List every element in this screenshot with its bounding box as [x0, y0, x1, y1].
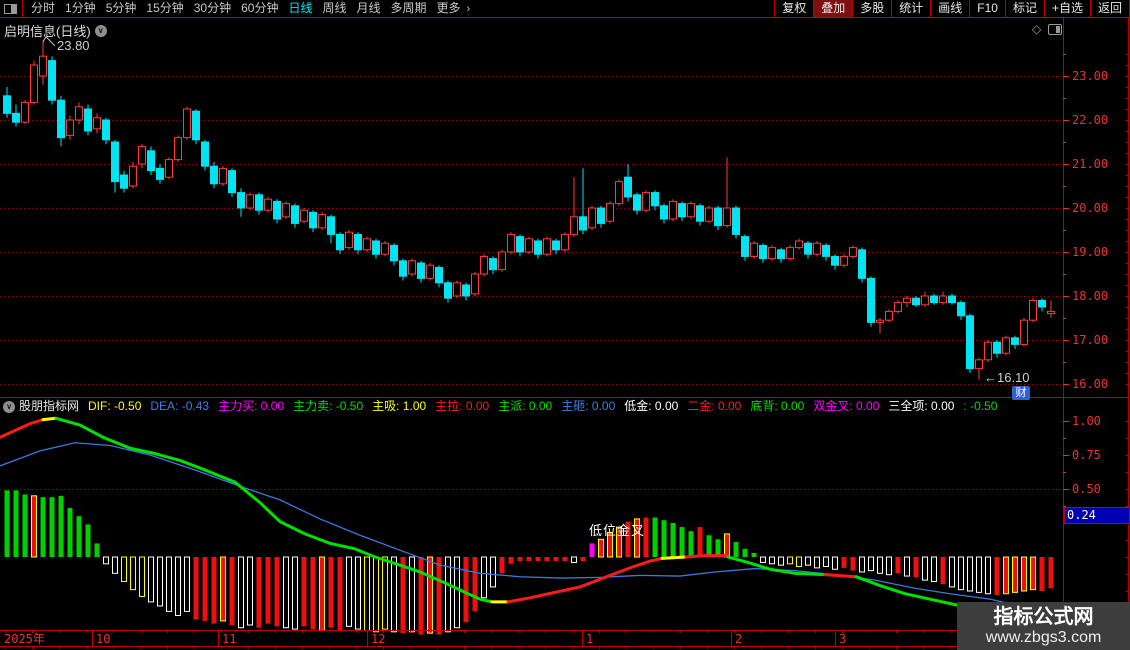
indicator-field: 主力买: 0.00 — [218, 399, 285, 413]
watermark-url: www.zbgs3.com — [985, 628, 1102, 646]
price-axis-label: 17.00 — [1072, 333, 1108, 347]
panel-borders — [0, 17, 1129, 650]
chart-canvas[interactable]: 23.0022.0021.0020.0019.0018.0017.0016.00… — [0, 0, 1130, 650]
indicator-field: DEA: -0.43 — [150, 399, 210, 413]
menu-item-分时[interactable]: 分时 — [26, 1, 60, 15]
menu-item-15分钟[interactable]: 15分钟 — [141, 1, 188, 15]
indicator-axis-label: 0.75 — [1072, 448, 1101, 462]
time-axis-label: 2 — [735, 632, 742, 646]
low-price-label: ←16.10 — [984, 370, 1030, 385]
menu-item-F10[interactable]: F10 — [969, 0, 1005, 17]
indicator-axis-label: 0.50 — [1072, 482, 1101, 496]
menu-item-返回[interactable]: 返回 — [1089, 0, 1130, 17]
menu-item-周线[interactable]: 周线 — [317, 1, 351, 15]
period-menu: 分时 1分钟 5分钟 15分钟 30分钟 60分钟 日线 周线 月线 多周期 更多 › — [0, 0, 470, 17]
indicator-field: 主砸: 0.00 — [561, 399, 616, 413]
period-menu-items: 分时 1分钟 5分钟 15分钟 30分钟 60分钟 日线 周线 月线 多周期 更多 — [26, 0, 466, 17]
menu-divider — [22, 0, 23, 17]
menu-item-标记[interactable]: 标记 — [1004, 0, 1044, 17]
time-axis-label: 1 — [586, 632, 593, 646]
watermark: 指标公式网 www.zbgs3.com — [957, 602, 1130, 650]
indicator-field: 主力卖: -0.50 — [293, 399, 364, 413]
indicator-axis-label: 1.00 — [1072, 414, 1101, 428]
current-value-tag: 0.24 — [1064, 507, 1130, 524]
chart-corner-tools: ◇ — [1032, 22, 1063, 36]
price-axis-label: 19.00 — [1072, 245, 1108, 259]
indicator-field: 主派: 0.00 — [498, 399, 553, 413]
menu-item-多股[interactable]: 多股 — [852, 0, 891, 17]
page-title: 启明信息(日线) — [4, 24, 91, 39]
indicator-field: 主吸: 1.00 — [372, 399, 427, 413]
more-arrow-icon[interactable]: › — [466, 3, 471, 15]
indicator-field: : -0.50 — [963, 399, 998, 413]
golden-cross-label: 低位金叉 — [589, 523, 646, 538]
chart-title-bar: 启明信息(日线) ∨ — [4, 21, 107, 40]
indicator-field: 二金: 0.00 — [687, 399, 742, 413]
menu-item-1分钟[interactable]: 1分钟 — [60, 1, 101, 15]
announcement-marker[interactable]: 财 — [1012, 386, 1030, 400]
indicator-field: 底背: 0.00 — [750, 399, 805, 413]
menu-item-月线[interactable]: 月线 — [352, 1, 386, 15]
price-axis-label: 23.00 — [1072, 69, 1108, 83]
watermark-title: 指标公式网 — [993, 605, 1094, 628]
menu-item-日线[interactable]: 日线 — [283, 1, 317, 15]
time-axis-label: 3 — [839, 632, 846, 646]
high-price-label: 23.80 — [57, 38, 90, 53]
menu-item-叠加[interactable]: 叠加 — [813, 0, 853, 17]
indicator-header: ∨ 股朋指标网 DIF: -0.50 DEA: -0.43 主力买: 0.00 主力卖… — [3, 399, 1006, 414]
gridlines — [0, 76, 1063, 490]
menu-item-30分钟[interactable]: 30分钟 — [189, 1, 236, 15]
price-axis-label: 16.00 — [1072, 377, 1108, 391]
time-axis-label: 10 — [96, 632, 110, 646]
arrow-left-icon: ← — [984, 370, 997, 385]
indicator-field: 三全项: 0.00 — [888, 399, 955, 413]
chevron-down-icon[interactable]: ∨ — [3, 400, 15, 413]
indicator-name: 股朋指标网 — [19, 399, 80, 413]
price-axis-label: 22.00 — [1072, 113, 1108, 127]
price-axis: 23.00 22.00 21.00 20.00 19.00 18.00 17.00 16.00 — [1063, 54, 1129, 391]
menu-item-60分钟[interactable]: 60分钟 — [236, 1, 283, 15]
menu-item-+自选[interactable]: +自选 — [1043, 0, 1090, 17]
menu-item-复权[interactable]: 复权 — [774, 0, 813, 17]
diamond-icon[interactable]: ◇ — [1032, 22, 1041, 36]
menu-item-多周期[interactable]: 多周期 — [386, 1, 432, 15]
top-menu-bar: 分时 1分钟 5分钟 15分钟 30分钟 60分钟 日线 周线 月线 多周期 更多 › 复权 叠加 多股… — [0, 0, 1130, 18]
time-axis-label: 12 — [371, 632, 385, 646]
tool-menu: 复权 叠加 多股 统计 画线 F10 标记 +自选 返回 — [774, 0, 1130, 17]
price-axis-label: 20.00 — [1072, 201, 1108, 215]
menu-item-统计[interactable]: 统计 — [891, 0, 930, 17]
candles — [3, 40, 1055, 380]
indicator-field: 主拉: 0.00 — [435, 399, 490, 413]
indicator-field: 双金叉: 0.00 — [813, 399, 880, 413]
menu-item-画线[interactable]: 画线 — [930, 0, 969, 17]
layout-split-icon[interactable] — [4, 3, 17, 14]
menu-item-更多[interactable]: 更多 — [432, 1, 466, 15]
panel-toggle-icon[interactable] — [1048, 23, 1063, 35]
menu-item-5分钟[interactable]: 5分钟 — [101, 1, 142, 15]
indicator-values: DIF: -0.50 DEA: -0.43 主力买: 0.00 主力卖: -0.50 主… — [88, 399, 1006, 414]
price-axis-label: 21.00 — [1072, 157, 1108, 171]
time-axis-label: 11 — [222, 632, 236, 646]
price-axis-label: 18.00 — [1072, 289, 1108, 303]
indicator-field: 低金: 0.00 — [624, 399, 679, 413]
chevron-down-icon[interactable]: ∨ — [94, 24, 107, 37]
app-window: 23.00 22.00 21.00 20.00 19.00 18.00 17.00 16.00… — [0, 0, 1130, 650]
indicator-field: DIF: -0.50 — [88, 399, 142, 413]
time-axis-label: 2025年 — [4, 632, 45, 646]
indicator-bars — [4, 490, 1054, 635]
